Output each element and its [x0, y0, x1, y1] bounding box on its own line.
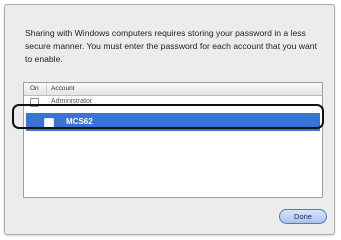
dialog-message: Sharing with Windows computers requires … [25, 28, 317, 64]
annotation-highlight-ring [12, 104, 324, 129]
account-list[interactable]: On Account Administrator MCS62 [23, 82, 323, 198]
column-header-on[interactable]: On [30, 83, 39, 95]
list-header: On Account [24, 83, 322, 96]
column-header-account[interactable]: Account [46, 83, 75, 95]
done-button[interactable]: Done [279, 209, 327, 224]
